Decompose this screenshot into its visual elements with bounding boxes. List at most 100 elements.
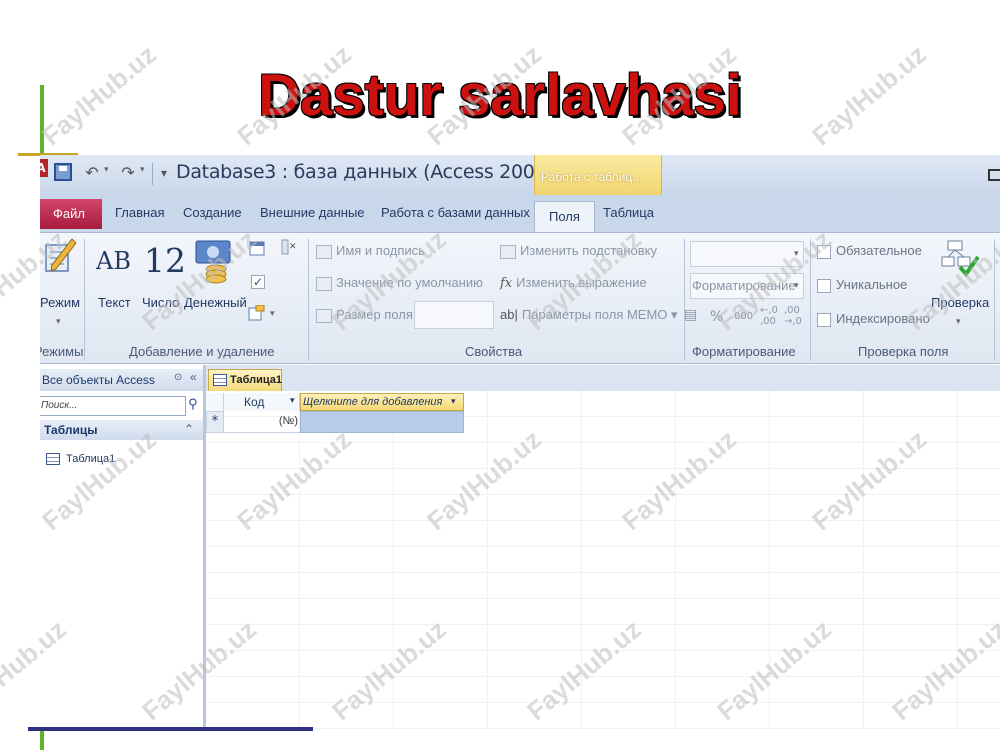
required-checkbox[interactable]: [817, 245, 831, 259]
new-row-selector[interactable]: *: [206, 411, 224, 433]
nav-item-label: Таблица1: [66, 453, 116, 465]
modify-lookups-icon: [500, 244, 516, 259]
column-header-id-label: Код: [244, 395, 265, 409]
currency-button-label[interactable]: Денежный: [184, 295, 247, 310]
currency-format-icon[interactable]: ▤: [684, 307, 697, 323]
field-size-input[interactable]: [414, 301, 494, 329]
mode-dropdown-icon[interactable]: ▾: [56, 317, 61, 327]
more-fields-icon[interactable]: [248, 305, 266, 321]
slide: Dastur sarlavhasi A ↶ ▾ ↷ ▾ ▾ Database3 …: [0, 0, 1000, 750]
memo-settings-button[interactable]: ab| Параметры поля MEMO ▾: [500, 307, 678, 323]
nav-collapse-icon[interactable]: «: [190, 370, 197, 384]
currency-field-icon[interactable]: [194, 239, 234, 285]
save-icon[interactable]: [54, 163, 72, 181]
table-icon: [213, 374, 227, 387]
validation-check-icon[interactable]: [940, 239, 980, 277]
window-title: Database3 : база данных (Access 2007) M.: [176, 161, 582, 183]
format-dropdown-icon[interactable]: ▾: [794, 281, 799, 291]
decrease-decimals-button[interactable]: ,00 →,0: [784, 305, 804, 327]
document-area: Таблица1 Код ▾ Щелкните для добавления ▾ *…: [206, 365, 1000, 730]
text-field-icon[interactable]: AB: [96, 247, 131, 275]
group-separator: [684, 239, 685, 361]
field-size-label-row: Размер поля: [316, 307, 413, 323]
default-value-icon: [316, 276, 332, 291]
svg-text:✕: ✕: [289, 242, 297, 252]
add-column-dropdown-icon[interactable]: ▾: [451, 396, 456, 407]
design-view-icon[interactable]: [42, 237, 78, 279]
ribbon: Режим ▾ Режимы AB 12 Текст Число Денежны…: [40, 232, 1000, 364]
format-dropdown-label: Форматирование: [692, 278, 796, 293]
group-label-formatting: Форматирование: [692, 344, 796, 359]
column-header-id[interactable]: Код ▾: [224, 393, 300, 411]
tab-table[interactable]: Таблица: [603, 205, 654, 220]
nav-group-collapse-icon[interactable]: ⌃: [184, 422, 194, 436]
validation-button-label[interactable]: Проверка: [931, 295, 989, 310]
column-header-click-to-add[interactable]: Щелкните для добавления ▾: [300, 393, 464, 411]
redo-icon[interactable]: ↷: [118, 163, 138, 183]
tab-home[interactable]: Главная: [115, 205, 164, 220]
undo-dropdown-icon[interactable]: ▾: [104, 165, 109, 175]
group-separator: [84, 239, 85, 361]
group-separator: [308, 239, 309, 361]
access-app-icon[interactable]: A: [40, 159, 48, 177]
undo-icon[interactable]: ↶: [82, 163, 102, 183]
delete-field-icon[interactable]: ✕: [280, 239, 298, 255]
more-fields-dropdown-icon[interactable]: ▾: [270, 309, 275, 319]
nav-item-table1[interactable]: Таблица1: [46, 453, 116, 466]
new-row-id-cell[interactable]: (№): [224, 411, 300, 433]
nav-menu-dropdown-icon[interactable]: ⊙: [174, 372, 182, 383]
default-value-button[interactable]: Значение по умолчанию: [316, 275, 483, 291]
field-size-label: Размер поля: [336, 307, 413, 322]
tab-file[interactable]: Файл: [40, 199, 102, 229]
unique-checkbox[interactable]: [817, 279, 831, 293]
search-icon[interactable]: ⚲: [188, 397, 198, 412]
text-button-label[interactable]: Текст: [98, 295, 131, 310]
tab-create[interactable]: Создание: [183, 205, 242, 220]
increase-decimals-button[interactable]: ←,0 ,00: [760, 305, 780, 327]
indexed-checkbox[interactable]: [817, 313, 831, 327]
nav-pane-header[interactable]: Все объекты Access ⊙ «: [40, 369, 203, 391]
restore-window-icon[interactable]: [988, 169, 1000, 181]
name-caption-label: Имя и подпись: [336, 243, 425, 258]
number-field-icon[interactable]: 12: [144, 241, 186, 280]
customize-qat-icon[interactable]: ▾: [154, 163, 174, 183]
title-bar: A ↶ ▾ ↷ ▾ ▾ Database3 : база данных (Acc…: [40, 155, 1000, 199]
select-all-corner[interactable]: [206, 393, 224, 411]
context-tab-group: Работа с таблиц...: [534, 155, 662, 199]
name-caption-button[interactable]: Имя и подпись: [316, 243, 425, 259]
default-value-label: Значение по умолчанию: [336, 275, 483, 290]
ribbon-tabs: Файл Главная Создание Внешние данные Раб…: [40, 195, 1000, 235]
nav-search-input[interactable]: Поиск...: [40, 396, 186, 416]
redo-dropdown-icon[interactable]: ▾: [140, 165, 145, 175]
tab-database-tools[interactable]: Работа с базами данных: [381, 205, 530, 220]
document-tab-label: Таблица1: [230, 374, 282, 386]
number-button-label[interactable]: Число: [142, 295, 179, 310]
slide-accent-line-bottom: [28, 727, 313, 731]
memo-dropdown-icon: ▾: [671, 307, 678, 322]
nav-pane-title: Все объекты Access: [42, 373, 155, 387]
tab-external-data[interactable]: Внешние данные: [260, 205, 365, 220]
modify-expression-label: Изменить выражение: [516, 275, 647, 290]
memo-ab-icon: ab|: [500, 307, 518, 322]
unique-label: Уникальное: [836, 277, 908, 292]
data-type-dropdown-icon[interactable]: ▾: [794, 249, 799, 259]
navigation-pane: Все объекты Access ⊙ « Поиск... ⚲ Таблиц…: [40, 365, 206, 730]
required-label: Обязательное: [836, 243, 922, 258]
validation-dropdown-icon[interactable]: ▾: [956, 317, 961, 327]
group-separator: [810, 239, 811, 361]
data-type-dropdown[interactable]: [690, 241, 804, 267]
column-sort-dropdown-icon[interactable]: ▾: [290, 395, 295, 406]
tab-fields[interactable]: Поля: [534, 201, 595, 235]
datasheet-grid: [206, 391, 1000, 730]
group-label-properties: Свойства: [465, 344, 523, 359]
modify-lookups-button[interactable]: Изменить подстановку: [500, 243, 657, 259]
comma-format-button[interactable]: 000: [734, 311, 753, 322]
percent-format-button[interactable]: %: [710, 309, 723, 325]
yes-no-field-icon[interactable]: ✓: [251, 275, 265, 289]
date-field-icon[interactable]: [249, 241, 267, 257]
new-row-add-cell[interactable]: [300, 411, 464, 433]
nav-group-tables[interactable]: Таблицы ⌃: [40, 420, 203, 440]
modify-expression-button[interactable]: fx Изменить выражение: [500, 275, 647, 291]
document-tab-table1[interactable]: Таблица1: [208, 369, 282, 391]
mode-button-label[interactable]: Режим: [40, 295, 80, 310]
